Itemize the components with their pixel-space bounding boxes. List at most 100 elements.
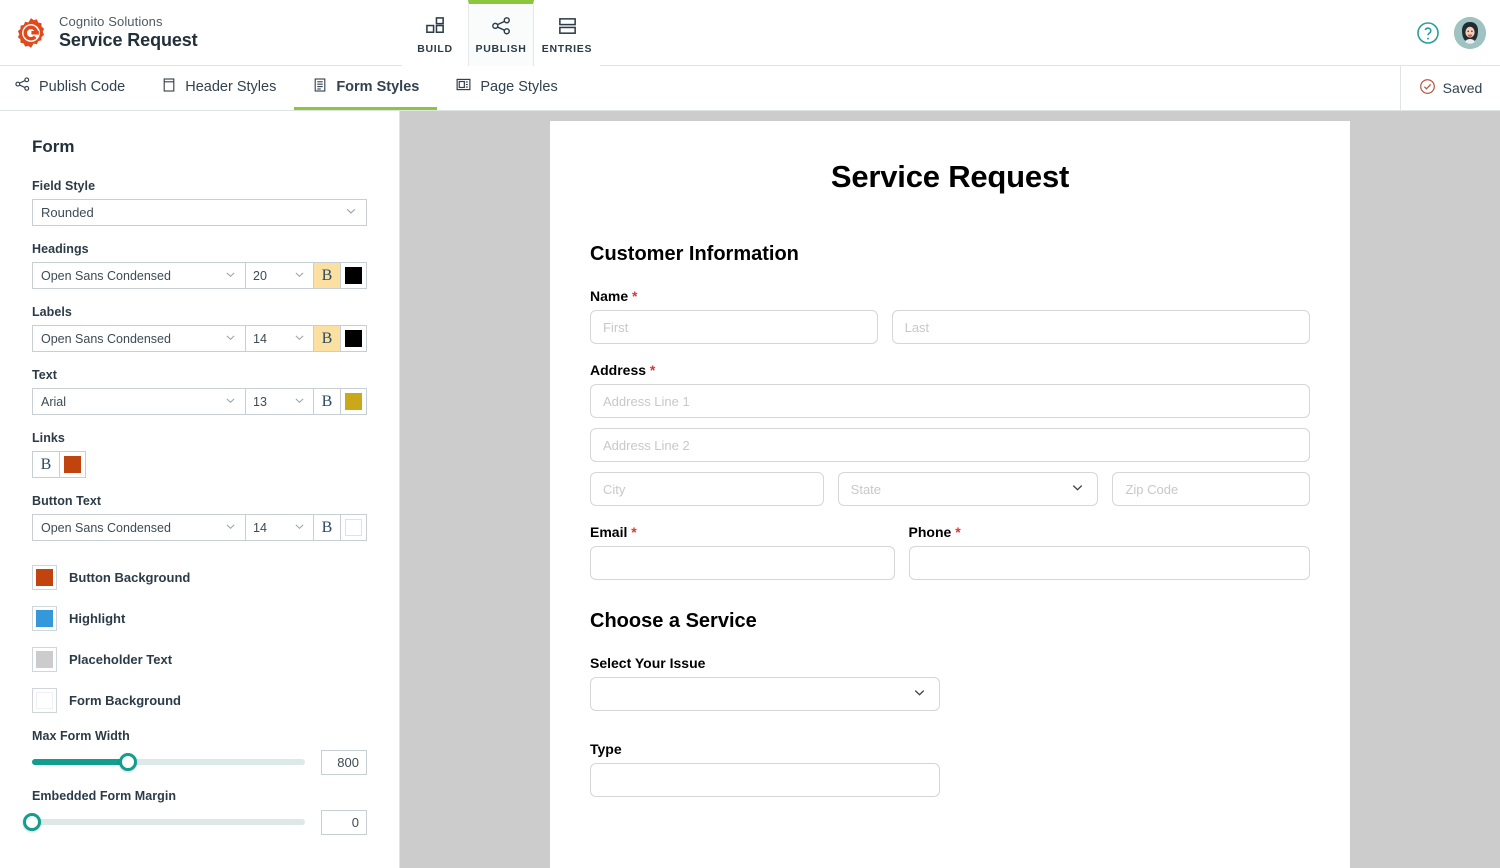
chevron-down-icon	[293, 331, 306, 347]
name-last-input[interactable]: Last	[891, 310, 1310, 344]
form-preview-canvas: Service Request Customer Information Nam…	[400, 111, 1500, 868]
saved-label: Saved	[1442, 80, 1483, 96]
subtab-form-styles-label: Form Styles	[336, 78, 420, 95]
styles-tab-bar: Publish Code Header Styles Form Styles P…	[0, 66, 1500, 111]
placeholder-text-swatch[interactable]	[32, 647, 57, 672]
required-marker: *	[955, 524, 961, 540]
tab-entries[interactable]: ENTRIES	[534, 0, 600, 66]
headings-label: Headings	[32, 242, 89, 256]
chevron-down-icon	[1070, 480, 1085, 498]
text-font-select[interactable]: Arial	[32, 388, 245, 415]
button-background-swatch[interactable]	[32, 565, 57, 590]
links-color-swatch[interactable]	[59, 451, 86, 478]
chevron-down-icon	[344, 204, 358, 221]
chevron-down-icon	[912, 685, 927, 703]
button-text-size-value: 14	[253, 520, 267, 535]
question-circle-icon[interactable]	[1416, 21, 1440, 45]
subtab-header-styles-label: Header Styles	[185, 78, 277, 95]
subtab-header-styles[interactable]: Header Styles	[143, 66, 294, 110]
embedded-form-margin-slider[interactable]	[23, 813, 305, 831]
phone-label-text: Phone	[908, 524, 952, 540]
button-text-controls: Open Sans Condensed 14 B	[32, 514, 367, 541]
button-text-bold-button[interactable]: B	[313, 514, 340, 541]
share-nodes-icon	[491, 15, 512, 37]
button-text-size-select[interactable]: 14	[245, 514, 313, 541]
slider-handle[interactable]	[118, 753, 137, 771]
text-label: Text	[32, 368, 57, 382]
button-text-group: Button Text Open Sans Condensed 14 B	[32, 494, 367, 541]
address-city-input[interactable]: City	[590, 472, 824, 506]
headings-color-swatch[interactable]	[340, 262, 367, 289]
labels-size-value: 14	[253, 331, 267, 346]
required-marker: *	[632, 288, 638, 304]
rows-icon	[557, 15, 578, 37]
field-style-value: Rounded	[41, 205, 94, 220]
chevron-down-icon	[224, 520, 237, 536]
name-first-input[interactable]: First	[590, 310, 878, 344]
text-color-swatch[interactable]	[340, 388, 367, 415]
button-text-color-swatch[interactable]	[340, 514, 367, 541]
links-bold-button[interactable]: B	[32, 451, 59, 478]
check-circle-icon	[1419, 78, 1436, 98]
address-line1-input[interactable]: Address Line 1	[590, 384, 1310, 418]
headings-size-select[interactable]: 20	[245, 262, 313, 289]
labels-color-swatch[interactable]	[340, 325, 367, 352]
button-text-font-value: Open Sans Condensed	[41, 520, 171, 535]
chevron-down-icon	[224, 394, 237, 410]
subtab-publish-code[interactable]: Publish Code	[0, 66, 143, 110]
slider-handle[interactable]	[23, 813, 41, 831]
max-form-width-slider[interactable]	[32, 753, 305, 771]
text-bold-button[interactable]: B	[313, 388, 340, 415]
subtab-form-styles[interactable]: Form Styles	[294, 66, 438, 110]
brand-title: Service Request	[59, 29, 198, 50]
user-avatar[interactable]	[1454, 17, 1486, 49]
field-phone: Phone *	[908, 524, 1310, 580]
labels-bold-button[interactable]: B	[313, 325, 340, 352]
main-tab-bar: BUILD PUBLISH ENTRIES	[402, 0, 600, 66]
type-input[interactable]	[590, 763, 940, 797]
labels-size-select[interactable]: 14	[245, 325, 313, 352]
subtab-publish-code-label: Publish Code	[39, 78, 126, 95]
field-style-select[interactable]: Rounded	[32, 199, 367, 226]
field-type: Type	[590, 741, 1310, 797]
header-panel-icon	[161, 77, 177, 97]
header-actions	[1416, 0, 1486, 66]
color-chip	[345, 330, 362, 347]
button-text-font-select[interactable]: Open Sans Condensed	[32, 514, 245, 541]
max-form-width-label: Max Form Width	[32, 729, 130, 743]
status-badge-saved: Saved	[1400, 66, 1500, 110]
embedded-form-margin-block: Embedded Form Margin 0	[23, 789, 367, 835]
max-form-width-value[interactable]: 800	[321, 749, 367, 775]
labels-font-value: Open Sans Condensed	[41, 331, 171, 346]
color-chip	[36, 692, 53, 709]
name-label-text: Name	[590, 288, 629, 304]
form-lines-icon	[312, 77, 328, 97]
tab-build[interactable]: BUILD	[402, 0, 468, 66]
page-layout-icon	[455, 76, 472, 97]
labels-font-select[interactable]: Open Sans Condensed	[32, 325, 245, 352]
brand-block: Cognito Solutions Service Request	[0, 14, 198, 51]
headings-font-select[interactable]: Open Sans Condensed	[32, 262, 245, 289]
address-label: Address *	[590, 362, 1310, 378]
subtab-page-styles[interactable]: Page Styles	[437, 66, 575, 110]
share-nodes-icon	[14, 76, 31, 97]
address-zip-input[interactable]: Zip Code	[1112, 472, 1310, 506]
required-marker: *	[631, 524, 637, 540]
links-label: Links	[32, 431, 65, 445]
email-label: Email *	[590, 524, 895, 540]
highlight-swatch[interactable]	[32, 606, 57, 631]
type-label: Type	[590, 741, 622, 757]
select-your-issue-select[interactable]	[590, 677, 940, 711]
field-email: Email *	[590, 524, 895, 580]
tab-publish-label: PUBLISH	[475, 43, 527, 55]
email-input[interactable]	[590, 546, 895, 580]
field-address: Address * Address Line 1 Address Line 2 …	[590, 362, 1310, 506]
address-line2-input[interactable]: Address Line 2	[590, 428, 1310, 462]
form-background-swatch[interactable]	[32, 688, 57, 713]
phone-input[interactable]	[908, 546, 1310, 580]
tab-publish[interactable]: PUBLISH	[468, 0, 534, 66]
text-size-select[interactable]: 13	[245, 388, 313, 415]
address-state-select[interactable]: State	[837, 472, 1099, 506]
embedded-form-margin-value[interactable]: 0	[321, 809, 367, 835]
headings-bold-button[interactable]: B	[313, 262, 340, 289]
